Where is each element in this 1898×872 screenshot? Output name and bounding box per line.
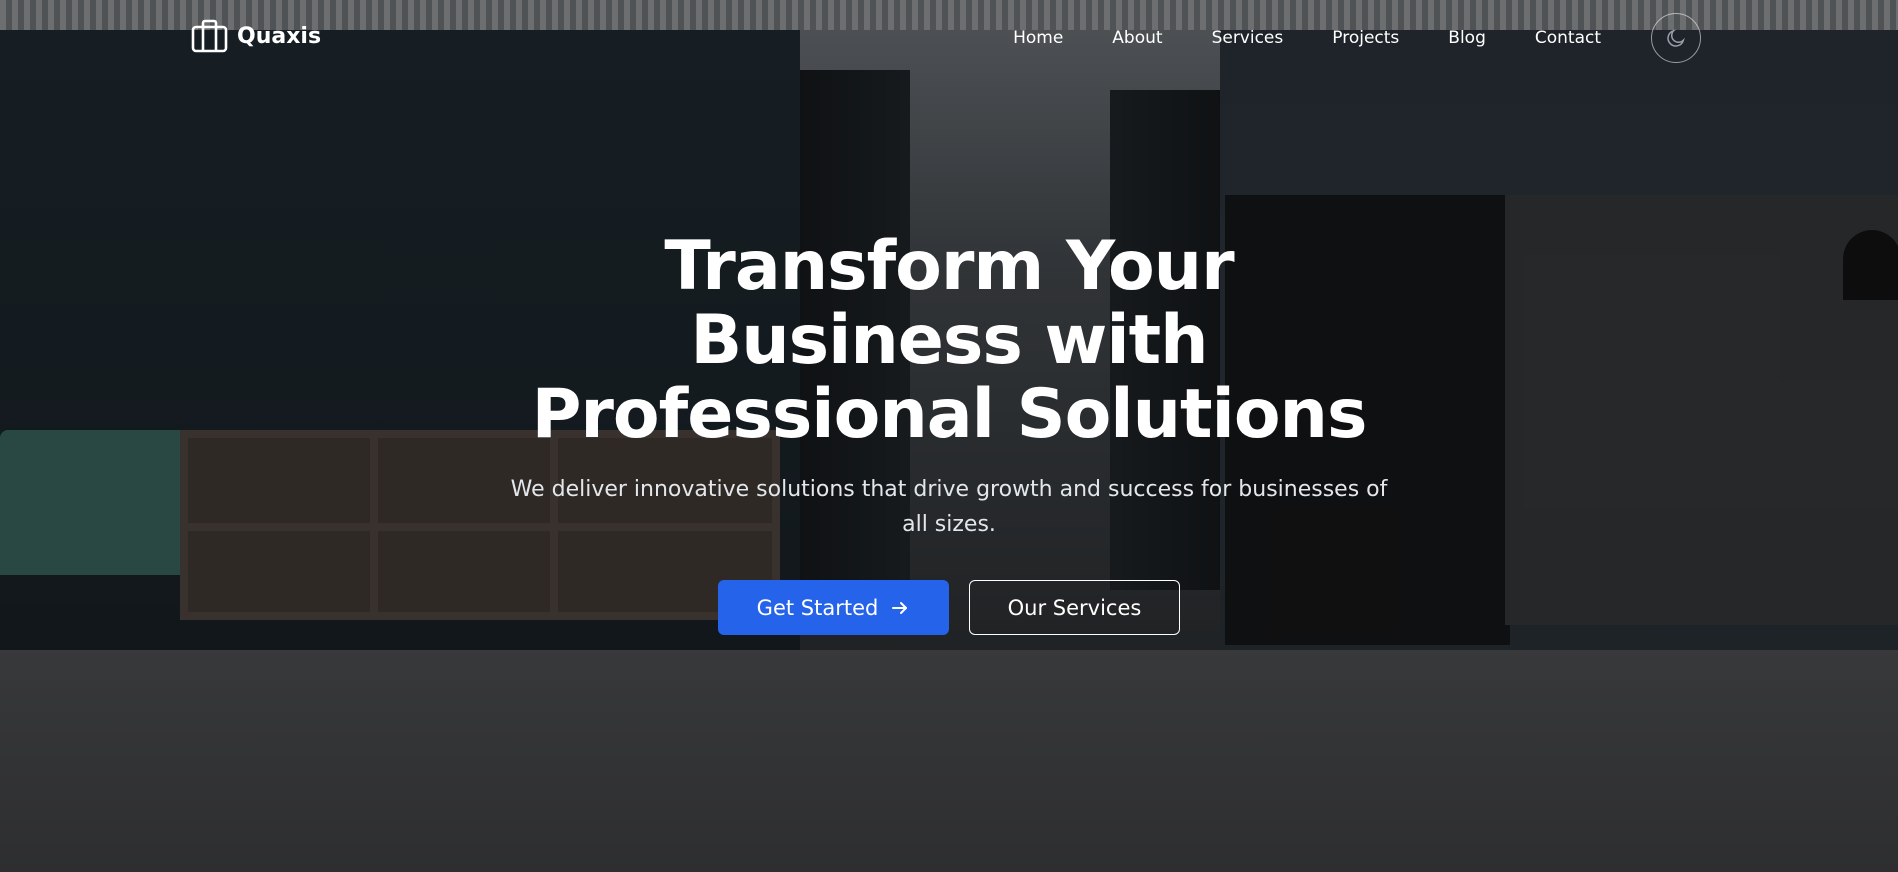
arrow-right-icon [892,601,908,614]
hero-cta-group: Get Started Our Services [0,580,1898,635]
top-navigation: Quaxis Home About Services Projects Blog… [0,0,1898,76]
moon-icon [1667,29,1685,47]
nav-link-blog[interactable]: Blog [1448,10,1486,66]
brand-logo[interactable]: Quaxis [191,19,321,53]
nav-menu: Home About Services Projects Blog Contac… [1013,10,1701,66]
nav-link-home[interactable]: Home [1013,10,1063,66]
our-services-button[interactable]: Our Services [969,580,1180,635]
theme-toggle-button[interactable] [1651,13,1701,63]
nav-link-projects[interactable]: Projects [1332,10,1399,66]
get-started-button[interactable]: Get Started [718,580,949,635]
our-services-label: Our Services [1007,595,1142,620]
hero-content: Transform Your Business with Professiona… [0,230,1898,635]
briefcase-icon [191,19,228,53]
hero-subtitle: We deliver innovative solutions that dri… [510,477,1388,537]
nav-link-services[interactable]: Services [1212,10,1284,66]
hero-section: Quaxis Home About Services Projects Blog… [0,0,1898,872]
nav-link-about[interactable]: About [1112,10,1162,66]
brand-name: Quaxis [237,23,322,49]
get-started-label: Get Started [756,595,879,620]
hero-headline: Transform Your Business with Professiona… [531,227,1368,454]
nav-link-contact[interactable]: Contact [1535,10,1601,66]
